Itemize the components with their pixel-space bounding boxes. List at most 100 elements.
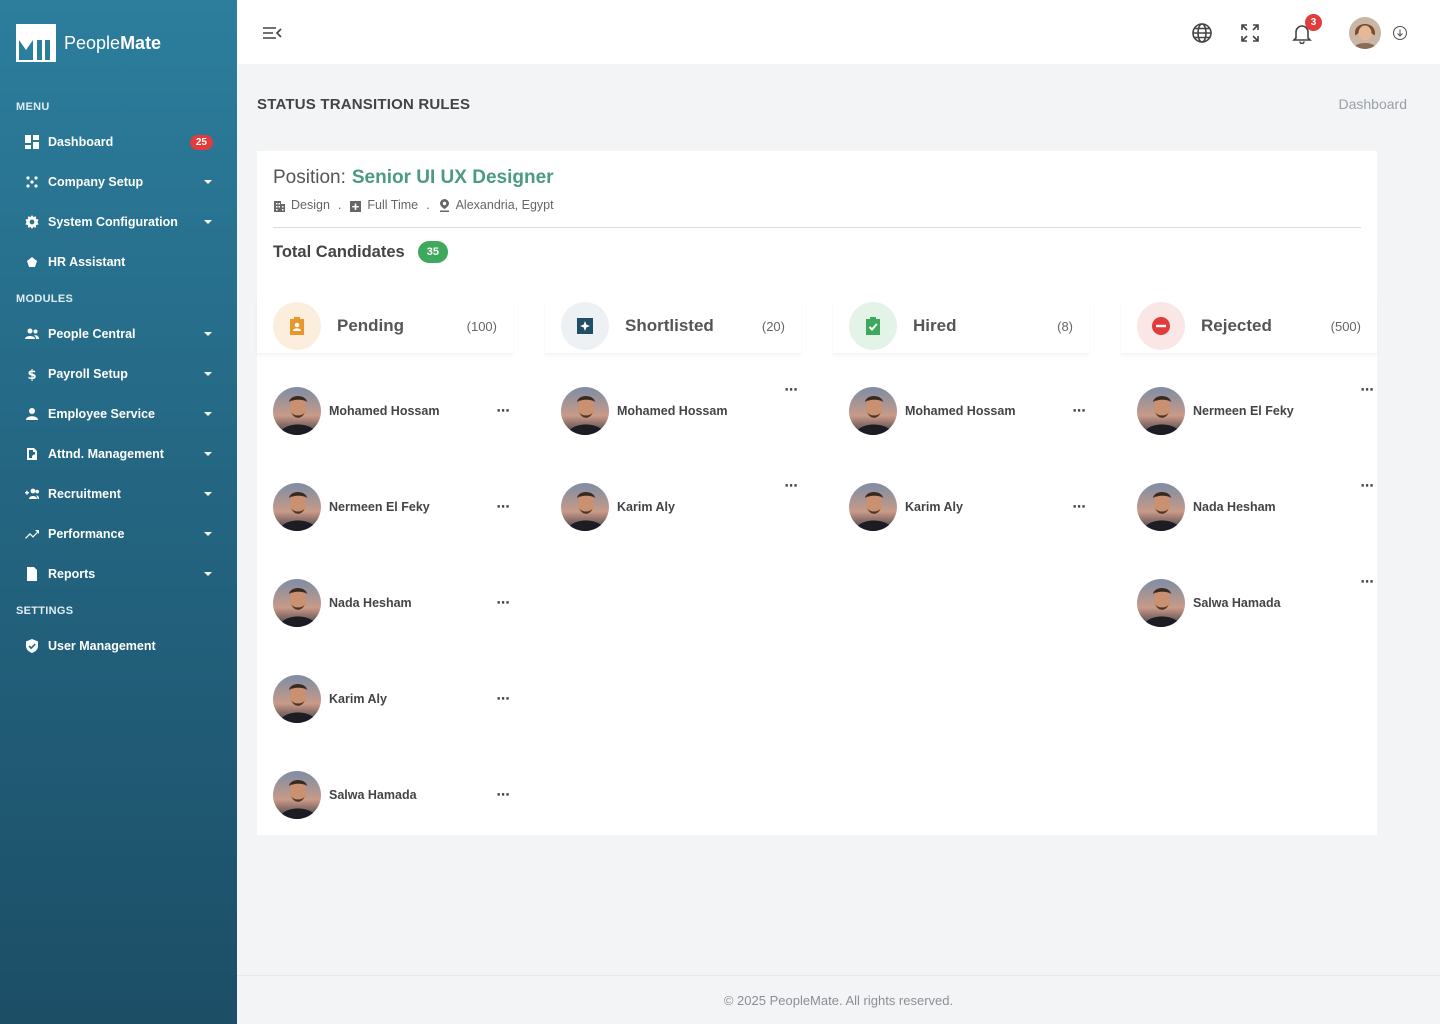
column-header-pending[interactable]: Pending (100) bbox=[257, 299, 513, 353]
more-options-icon[interactable]: ⋯ bbox=[781, 478, 801, 493]
language-globe-icon[interactable] bbox=[1189, 20, 1215, 46]
chevron-down-icon bbox=[202, 328, 214, 340]
candidate-card[interactable]: Salwa Hamada ⋯ bbox=[273, 770, 513, 820]
candidate-avatar bbox=[849, 483, 897, 531]
total-candidates: Total Candidates 35 bbox=[273, 241, 448, 263]
candidate-avatar bbox=[1137, 579, 1185, 627]
breadcrumb[interactable]: Dashboard bbox=[1339, 96, 1408, 112]
candidate-card[interactable]: Karim Aly ⋯ bbox=[561, 478, 801, 532]
candidate-name: Karim Aly bbox=[329, 692, 387, 706]
candidate-card[interactable]: Mohamed Hossam ⋯ bbox=[561, 382, 801, 436]
sidebar-item-attnd-management[interactable]: Attnd. Management bbox=[16, 438, 220, 470]
sidebar-item-label: Company Setup bbox=[48, 175, 144, 189]
candidate-name: Nermeen El Feky bbox=[1193, 404, 1294, 418]
meta-separator: . bbox=[337, 198, 342, 212]
building-icon bbox=[274, 200, 285, 212]
candidate-name: Mohamed Hossam bbox=[617, 404, 728, 418]
sidebar-item-label: HR Assistant bbox=[48, 255, 126, 269]
user-avatar[interactable] bbox=[1349, 17, 1381, 49]
more-options-icon[interactable]: ⋯ bbox=[1069, 499, 1089, 514]
meta-separator: . bbox=[426, 198, 430, 212]
candidate-card[interactable]: Nermeen El Feky ⋯ bbox=[1137, 382, 1377, 436]
assistant-icon bbox=[24, 254, 40, 270]
recruitment-icon bbox=[24, 486, 40, 502]
type-meta: Full Time bbox=[349, 198, 418, 212]
more-options-icon[interactable]: ⋯ bbox=[781, 382, 801, 397]
candidate-card[interactable]: Nada Hesham ⋯ bbox=[1137, 478, 1377, 532]
candidate-card[interactable]: Nermeen El Feky ⋯ bbox=[273, 482, 513, 532]
candidate-avatar bbox=[273, 675, 321, 723]
column-header-rejected[interactable]: Rejected (500) bbox=[1121, 299, 1377, 353]
sidebar-item-label: Attnd. Management bbox=[48, 447, 164, 461]
candidate-avatar bbox=[1137, 387, 1185, 435]
company-icon bbox=[24, 174, 40, 190]
sidebar-item-label: Employee Service bbox=[48, 407, 156, 421]
column-name: Pending bbox=[337, 316, 405, 335]
candidate-avatar bbox=[561, 483, 609, 531]
position-label: Position: bbox=[273, 167, 346, 188]
hired-icon bbox=[849, 302, 897, 350]
column-name: Hired bbox=[913, 316, 957, 335]
more-options-icon[interactable]: ⋯ bbox=[493, 787, 513, 802]
shortlisted-icon bbox=[561, 302, 609, 350]
candidate-card[interactable]: Salwa Hamada ⋯ bbox=[1137, 574, 1377, 628]
peoplemate-logo-icon bbox=[16, 24, 56, 62]
more-options-icon[interactable]: ⋯ bbox=[1357, 382, 1377, 397]
attendance-icon bbox=[24, 446, 40, 462]
sidebar-item-recruitment[interactable]: Recruitment bbox=[16, 478, 220, 510]
sidebar-item-reports[interactable]: Reports bbox=[16, 558, 220, 590]
sidebar-item-system-configuration[interactable]: System Configuration bbox=[16, 206, 220, 238]
column-count: (500) bbox=[1330, 318, 1361, 334]
more-options-icon[interactable]: ⋯ bbox=[493, 499, 513, 514]
chevron-down-icon bbox=[202, 528, 214, 540]
column-header-shortlisted[interactable]: Shortlisted (20) bbox=[545, 299, 801, 353]
notification-badge: 3 bbox=[1305, 14, 1322, 31]
more-options-icon[interactable]: ⋯ bbox=[493, 403, 513, 418]
total-candidates-badge: 35 bbox=[417, 241, 448, 263]
section-settings: SETTINGS bbox=[16, 605, 74, 617]
more-options-icon[interactable]: ⋯ bbox=[1069, 403, 1089, 418]
column-name: Rejected bbox=[1201, 316, 1272, 335]
brand-logo[interactable]: PeopleMate bbox=[16, 24, 161, 62]
candidate-card[interactable]: Mohamed Hossam ⋯ bbox=[849, 386, 1089, 436]
candidate-card[interactable]: Mohamed Hossam ⋯ bbox=[273, 386, 513, 436]
brand-name: PeopleMate bbox=[64, 32, 162, 53]
more-options-icon[interactable]: ⋯ bbox=[493, 691, 513, 706]
chevron-down-circle-icon[interactable] bbox=[1392, 25, 1408, 41]
column-count: (8) bbox=[1057, 318, 1073, 334]
department-meta: Design bbox=[273, 198, 330, 212]
candidate-avatar bbox=[273, 771, 321, 819]
chevron-down-icon bbox=[202, 176, 214, 188]
column-count: (20) bbox=[761, 318, 785, 334]
sidebar-item-performance[interactable]: Performance bbox=[16, 518, 220, 550]
more-options-icon[interactable]: ⋯ bbox=[1357, 478, 1377, 493]
column-header-hired[interactable]: Hired (8) bbox=[833, 299, 1089, 353]
sidebar-item-hr-assistant[interactable]: HR Assistant bbox=[16, 246, 220, 278]
candidate-name: Mohamed Hossam bbox=[329, 404, 440, 418]
position-title[interactable]: Senior UI UX Designer bbox=[352, 167, 554, 188]
candidate-card[interactable]: Karim Aly ⋯ bbox=[273, 674, 513, 724]
chevron-down-icon bbox=[202, 448, 214, 460]
candidate-avatar bbox=[1137, 483, 1185, 531]
sidebar-item-label: Reports bbox=[48, 567, 96, 581]
fullscreen-icon[interactable] bbox=[1237, 20, 1263, 46]
sidebar-item-company-setup[interactable]: Company Setup bbox=[16, 166, 220, 198]
dashboard-icon bbox=[24, 134, 40, 150]
candidate-card[interactable]: Nada Hesham ⋯ bbox=[273, 578, 513, 628]
sidebar-item-user-management[interactable]: User Management bbox=[16, 630, 220, 662]
topbar: 3 bbox=[237, 0, 1440, 64]
sidebar-item-people-central[interactable]: People Central bbox=[16, 318, 220, 350]
sidebar-item-payroll-setup[interactable]: $ Payroll Setup bbox=[16, 358, 220, 390]
menu-collapse-icon[interactable] bbox=[261, 22, 283, 44]
total-candidates-label: Total Candidates bbox=[273, 242, 405, 261]
sidebar-item-employee-service[interactable]: Employee Service bbox=[16, 398, 220, 430]
position-heading: Position: Senior UI UX Designer bbox=[273, 167, 554, 189]
candidate-card[interactable]: Karim Aly ⋯ bbox=[849, 482, 1089, 532]
candidate-name: Mohamed Hossam bbox=[905, 404, 1016, 418]
sidebar-item-dashboard[interactable]: Dashboard 25 bbox=[16, 126, 220, 158]
more-options-icon[interactable]: ⋯ bbox=[1357, 574, 1377, 589]
candidate-name: Nada Hesham bbox=[329, 596, 412, 610]
chevron-down-icon bbox=[202, 408, 214, 420]
shield-icon bbox=[24, 638, 40, 654]
more-options-icon[interactable]: ⋯ bbox=[493, 595, 513, 610]
